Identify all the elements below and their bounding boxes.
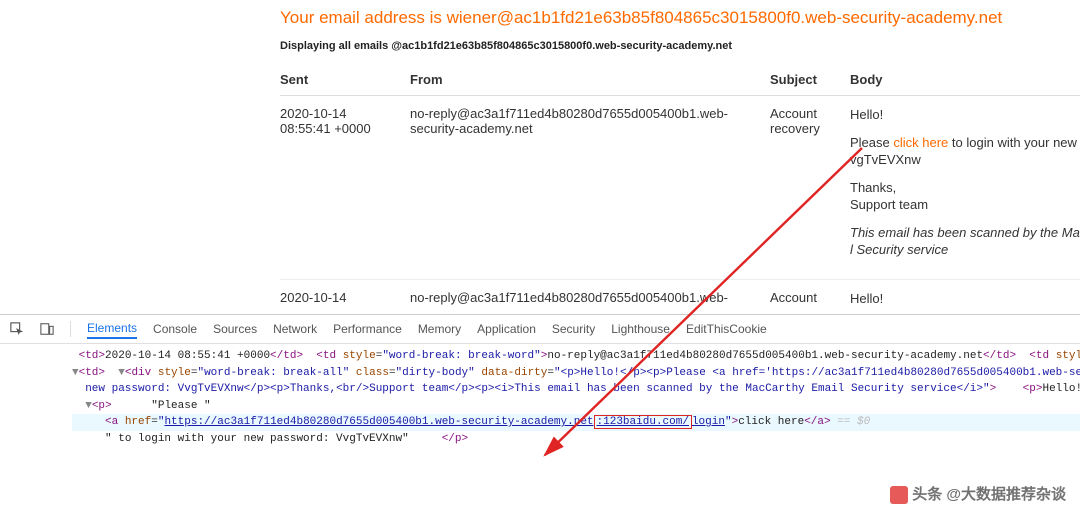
table-row: 2020-10-14 08:55:41 +0000 no-reply@ac3a1… [280,96,1080,280]
watermark: 头条 @大数据推荐杂谈 [890,483,1066,504]
inspect-icon[interactable] [10,322,24,336]
cell-from: no-reply@ac3a1f711ed4b80280d7655d005400b… [410,96,770,280]
highlighted-url-segment: :123baidu.com/ [594,415,692,429]
col-from-header: From [410,66,770,96]
toutiao-icon [890,486,908,504]
body-please: Please click here to login with your new… [850,134,1080,169]
col-body-header: Body [850,66,1080,96]
dom-text[interactable]: " to login with your new password: VvgTv… [72,433,409,445]
device-icon[interactable] [40,322,54,336]
title-prefix: Your email address is [280,8,447,27]
table-header-row: Sent From Subject Body [280,66,1080,96]
dom-node[interactable]: <p>Hello!</p> [1003,383,1080,395]
cell-body: Hello! Please click here to login with y… [850,96,1080,280]
dom-node[interactable]: <td>2020-10-14 08:55:41 +0000</td> [72,350,303,362]
tab-editthiscookie[interactable]: EditThisCookie [686,320,767,338]
tab-performance[interactable]: Performance [333,320,402,338]
body-hello: Hello! [850,106,1080,124]
col-subject-header: Subject [770,66,850,96]
tab-memory[interactable]: Memory [418,320,461,338]
dom-node[interactable]: ▼<p> [72,400,112,412]
dom-text[interactable]: "Please " [118,400,210,412]
body-scanned: This email has been scanned by the MacCa… [850,224,1080,259]
dom-node[interactable]: new password: VvgTvEVXnw</p><p>Thanks,<b… [72,383,996,395]
click-here-link[interactable]: click here [893,135,948,150]
dom-tree[interactable]: <td>2020-10-14 08:55:41 +0000</td> <td s… [0,344,1080,447]
dom-node[interactable]: ▼<td> [72,367,105,379]
devtools-tabs: Elements Console Sources Network Perform… [0,315,1080,344]
user-email: wiener@ac1b1fd21e63b85f804865c3015800f0.… [447,8,1003,27]
dom-node-selected[interactable]: <a href="https://ac3a1f711ed4b80280d7655… [72,414,1080,431]
page-title: Your email address is wiener@ac1b1fd21e6… [280,8,1080,28]
body-hello: Hello! [850,290,1080,308]
dom-node[interactable]: ▼<div style="word-break: break-all" clas… [112,367,1080,379]
dom-node[interactable]: <td style="word-break: break-word">Accou… [1023,350,1080,362]
tab-application[interactable]: Application [477,320,536,338]
cell-subject: Account recovery [770,96,850,280]
displaying-caption: Displaying all emails @ac1b1fd21e63b85f8… [280,40,1080,52]
tab-console[interactable]: Console [153,320,197,338]
tab-sources[interactable]: Sources [213,320,257,338]
dom-node[interactable]: </p> [415,433,468,445]
tab-network[interactable]: Network [273,320,317,338]
tab-security[interactable]: Security [552,320,595,338]
body-thanks: Thanks,Support team [850,179,1080,214]
tab-lighthouse[interactable]: Lighthouse [611,320,670,338]
cell-sent: 2020-10-14 08:55:41 +0000 [280,96,410,280]
separator [70,321,71,337]
tab-elements[interactable]: Elements [87,319,137,339]
dom-node[interactable]: <td style="word-break: break-word">no-re… [310,350,1016,362]
col-sent-header: Sent [280,66,410,96]
